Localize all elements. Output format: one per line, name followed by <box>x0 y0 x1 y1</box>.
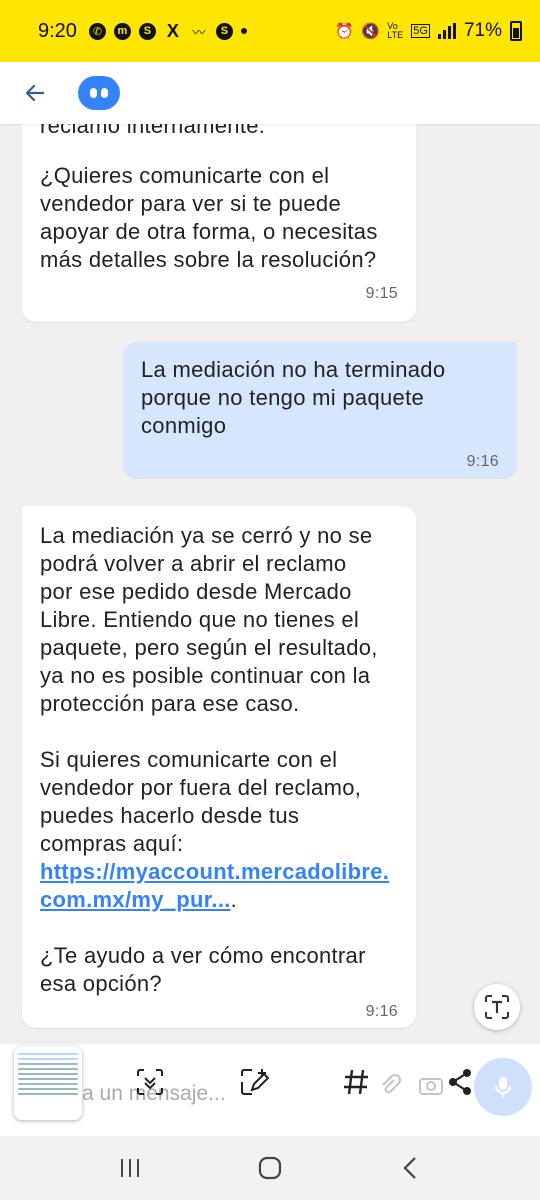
more-notifications-dot <box>240 28 247 34</box>
attach-icon <box>376 1072 402 1098</box>
message-paragraph-2: Si quieres comunicarte con el vendedor p… <box>40 747 362 856</box>
messenger-icon: m <box>113 22 131 40</box>
purchases-link[interactable]: https://myaccount.mercadolibre. com.mx/m… <box>40 859 389 912</box>
user-message: La mediación no ha terminado porque no t… <box>123 342 517 478</box>
mute-icon: 🔇 <box>360 23 380 40</box>
extract-text-icon[interactable] <box>474 984 520 1030</box>
scroll-capture-icon[interactable] <box>132 1064 168 1100</box>
message-text: ¿Quieres comunicarte con el vendedor par… <box>40 163 378 272</box>
home-icon[interactable] <box>250 1148 290 1188</box>
shazam-icon-2: S <box>215 22 233 40</box>
bot-message: reclamo internamente. ¿Quieres comunicar… <box>22 124 416 322</box>
thumb-line <box>18 1058 78 1060</box>
message-time: 9:16 <box>466 453 499 470</box>
back-nav-icon[interactable] <box>390 1148 430 1188</box>
message-time: 9:16 <box>365 1003 398 1020</box>
thumb-line <box>18 1078 78 1080</box>
status-time: 9:20 <box>38 19 77 42</box>
screenshot-thumbnail[interactable] <box>14 1046 82 1120</box>
volte-label: Vo LTE <box>387 21 404 40</box>
thumb-line <box>18 1063 78 1065</box>
thumb-line <box>18 1068 78 1070</box>
status-bar: 9:20 ✆ m S X 〰 S ⏰ 🔇 Vo LTE 5G 71% <box>0 0 540 62</box>
chat-header <box>0 62 540 124</box>
thumb-line <box>18 1053 78 1055</box>
activity-icon: 〰 <box>192 24 206 40</box>
message-text-top: reclamo internamente. <box>40 124 266 138</box>
bot-message: La mediación ya se cerró y no se podrá v… <box>22 506 416 1028</box>
alarm-icon: ⏰ <box>334 23 354 40</box>
message-paragraph-3: ¿Te ayudo a ver cómo encontrar esa opció… <box>40 943 366 996</box>
status-right: ⏰ 🔇 Vo LTE 5G 71% <box>335 20 522 42</box>
thumb-line <box>18 1083 78 1085</box>
status-left: 9:20 ✆ m S X 〰 S <box>38 20 247 43</box>
arrow-left-icon[interactable] <box>22 80 48 106</box>
draw-edit-icon[interactable] <box>236 1064 272 1100</box>
chat-area[interactable]: reclamo internamente. ¿Quieres comunicar… <box>0 124 540 1044</box>
battery-label: 71% <box>463 20 502 41</box>
bot-avatar-icon[interactable] <box>78 76 120 110</box>
system-navbar <box>0 1136 540 1200</box>
message-time: 9:15 <box>365 285 398 302</box>
thumb-line <box>18 1073 78 1075</box>
thumb-line <box>18 1093 78 1095</box>
message-text: La mediación no ha terminado porque no t… <box>141 357 446 438</box>
whatsapp-icon: ✆ <box>88 22 106 40</box>
x-icon: X <box>166 20 179 41</box>
share-icon[interactable] <box>442 1064 478 1100</box>
microphone-icon <box>495 1077 511 1097</box>
recents-icon[interactable] <box>110 1148 150 1188</box>
shazam-icon: S <box>138 22 156 40</box>
message-paragraph-1: La mediación ya se cerró y no se podrá v… <box>40 523 378 716</box>
link-suffix: . <box>230 887 238 912</box>
microphone-button[interactable] <box>474 1058 532 1116</box>
battery-icon <box>510 21 522 41</box>
hashtag-icon[interactable] <box>338 1064 374 1100</box>
signal-icon <box>437 23 456 39</box>
camera-icon <box>418 1072 444 1098</box>
network-label: 5G <box>411 24 430 38</box>
thumb-line <box>18 1088 78 1090</box>
